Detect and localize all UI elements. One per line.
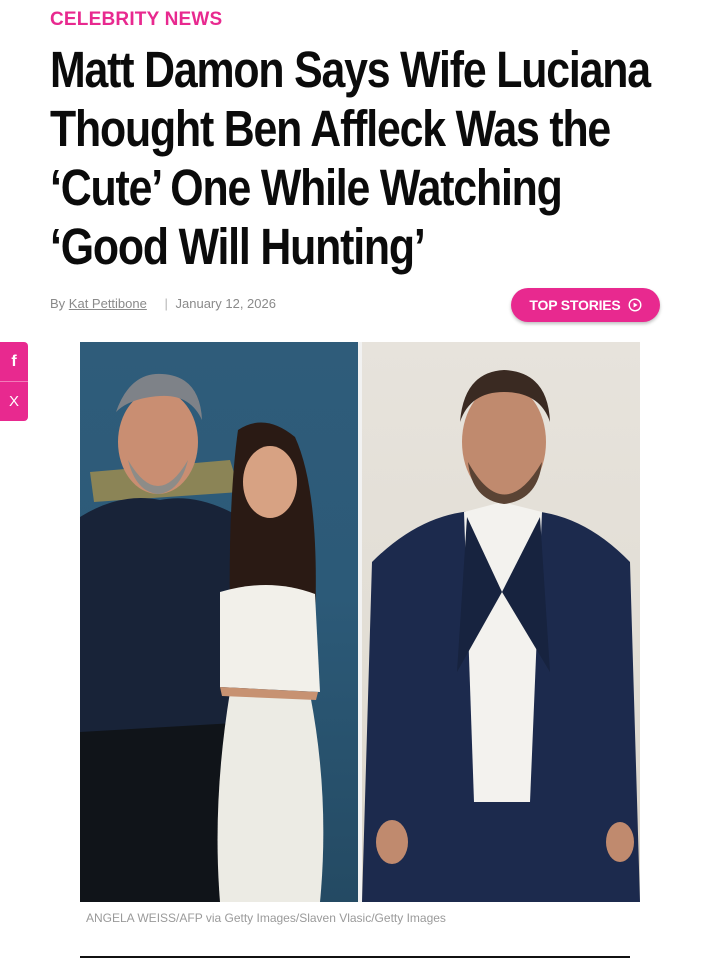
photo-credit: ANGELA WEISS/AFP via Getty Images/Slaven…: [86, 911, 446, 925]
top-stories-button[interactable]: TOP STORIES: [511, 288, 660, 322]
date-separator: |: [164, 296, 168, 311]
byline-prefix: By: [50, 296, 66, 311]
top-stories-label: TOP STORIES: [529, 297, 621, 313]
x-icon: X: [8, 393, 19, 410]
portrait-photo-illustration: [362, 370, 640, 902]
section-divider: [80, 956, 630, 958]
lead-image-left-panel: [80, 342, 358, 902]
facebook-share-button[interactable]: f: [0, 342, 28, 381]
category-link[interactable]: CELEBRITY NEWS: [50, 9, 222, 31]
publish-date: January 12, 2026: [175, 296, 276, 311]
couple-photo-illustration: [80, 373, 324, 902]
x-share-button[interactable]: X: [0, 381, 28, 421]
play-circle-icon: [628, 298, 642, 312]
share-rail: f X: [0, 342, 28, 421]
byline: By Kat Pettibone | January 12, 2026: [50, 296, 276, 311]
lead-image: [80, 342, 640, 902]
lead-image-right-panel: [362, 342, 640, 902]
article-headline: Matt Damon Says Wife Luciana Thought Ben…: [50, 41, 651, 275]
author-link[interactable]: Kat Pettibone: [69, 296, 147, 311]
facebook-icon: f: [11, 352, 17, 370]
